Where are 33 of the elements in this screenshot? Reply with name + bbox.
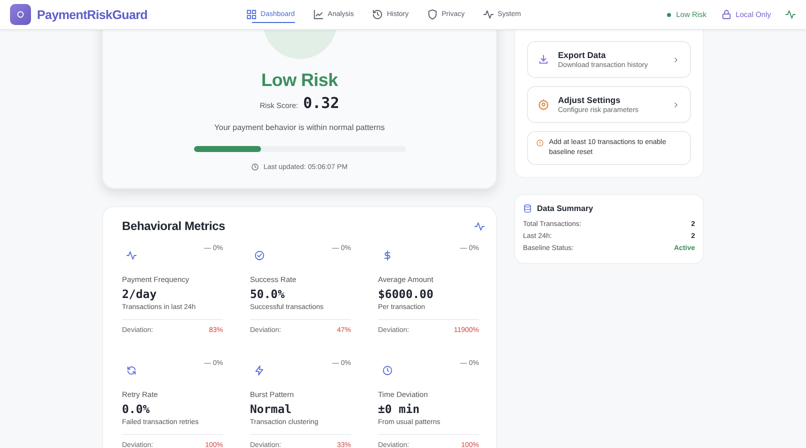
- pulse-icon: [474, 220, 485, 232]
- app-title: PaymentRiskGuard: [37, 8, 148, 22]
- check-icon: [254, 250, 265, 261]
- grid-icon: [246, 9, 257, 20]
- lock-icon: [720, 9, 732, 20]
- risk-level: Low Risk: [261, 70, 338, 91]
- summary-title: Data Summary: [537, 204, 594, 213]
- pulse-icon: [126, 250, 137, 261]
- metric-value: ±0 min: [378, 402, 421, 416]
- risk-score: 0.32: [303, 94, 340, 112]
- metric-value: Normal: [250, 402, 293, 416]
- metric-value: 0.0%: [122, 402, 151, 416]
- metrics-title: Behavioral Metrics: [122, 219, 226, 233]
- status-dot: [667, 12, 672, 16]
- dollar-icon: [382, 250, 393, 261]
- chevron-icon: [672, 100, 680, 108]
- risk-message: Your payment behavior is within normal patterns: [214, 123, 385, 132]
- clock-icon: [382, 365, 393, 376]
- pulse-icon: [482, 9, 494, 20]
- info-icon: [536, 139, 544, 147]
- history-icon: [372, 9, 383, 20]
- download-icon: [538, 54, 549, 65]
- metric-value: 2/day: [122, 287, 158, 301]
- gear-icon: [538, 99, 549, 110]
- database-icon: [523, 204, 532, 213]
- chart-icon: [312, 9, 324, 20]
- pulse-icon: [785, 9, 796, 20]
- lightning-icon: [254, 365, 265, 376]
- metric-value: $6000.00: [378, 287, 434, 301]
- clock-icon: [251, 163, 260, 171]
- chevron-icon: [672, 56, 680, 64]
- refresh-icon: [126, 365, 137, 376]
- metric-value: 50.0%: [250, 287, 286, 301]
